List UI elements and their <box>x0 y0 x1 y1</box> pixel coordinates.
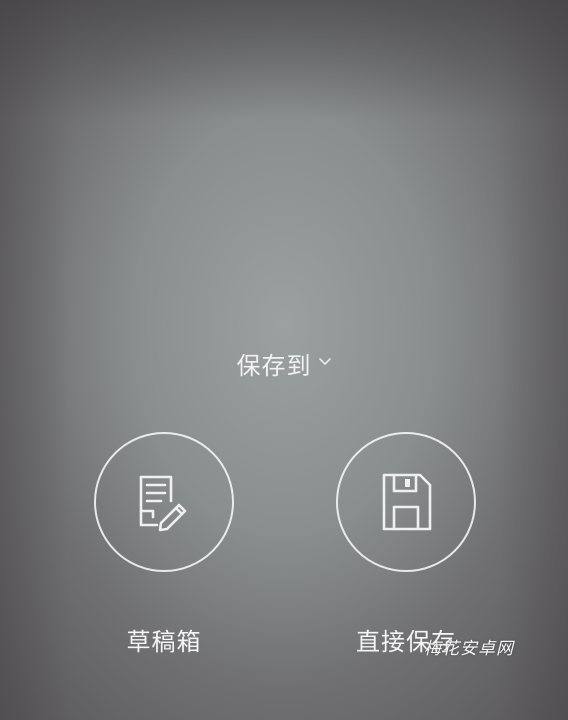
drafts-circle[interactable] <box>94 432 234 572</box>
direct-save-button[interactable]: 直接保存 <box>334 432 478 657</box>
save-to-label: 保存到 <box>236 352 312 380</box>
floppy-disk-icon <box>382 473 432 531</box>
drafts-label: 草稿箱 <box>126 628 202 656</box>
save-to-selector[interactable]: 保存到 <box>0 346 568 381</box>
draft-edit-icon <box>139 475 187 532</box>
drafts-button[interactable]: 草稿箱 <box>92 432 236 657</box>
direct-save-circle[interactable] <box>336 432 476 572</box>
background-top-shade <box>0 0 568 120</box>
watermark-text: 梅花安卓网 <box>424 639 514 659</box>
chevron-down-icon <box>318 357 331 365</box>
